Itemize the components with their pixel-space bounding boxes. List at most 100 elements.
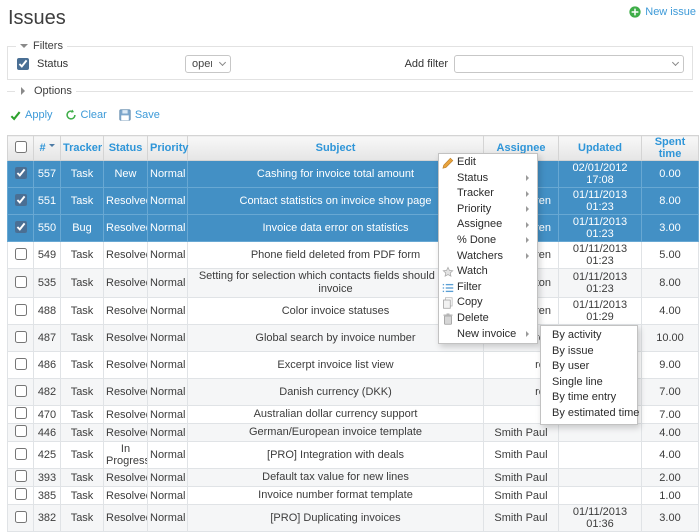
menu-item-filter[interactable]: Filter bbox=[439, 280, 537, 296]
menu-item-watchers[interactable]: Watchers bbox=[439, 249, 537, 265]
submenu-item-by-estimated-time[interactable]: By estimated time bbox=[541, 406, 637, 422]
priority-cell: Normal bbox=[148, 379, 188, 406]
row-select-checkbox[interactable] bbox=[15, 511, 27, 523]
menu-item-assignee[interactable]: Assignee bbox=[439, 217, 537, 233]
issue-id-cell[interactable]: 551 bbox=[34, 188, 61, 215]
issue-row-535[interactable]: 535TaskResolvedNormalSetting for selecti… bbox=[8, 269, 699, 298]
row-select-checkbox[interactable] bbox=[15, 488, 27, 500]
row-select-checkbox[interactable] bbox=[15, 248, 27, 260]
row-select-checkbox[interactable] bbox=[15, 331, 27, 343]
issue-id-cell[interactable]: 385 bbox=[34, 487, 61, 505]
tracker-cell: Task bbox=[61, 505, 104, 532]
select-all-checkbox[interactable] bbox=[15, 141, 27, 153]
issue-id-cell[interactable]: 486 bbox=[34, 352, 61, 379]
issue-id-cell[interactable]: 382 bbox=[34, 505, 61, 532]
add-filter-select[interactable] bbox=[454, 55, 684, 73]
page-title: Issues bbox=[0, 0, 700, 30]
column-header-[interactable]: # bbox=[34, 136, 61, 161]
spent-time-cell: 3.00 bbox=[642, 505, 699, 532]
issue-id-cell[interactable]: 535 bbox=[34, 269, 61, 298]
submenu-item-by-issue[interactable]: By issue bbox=[541, 344, 637, 360]
menu-item-delete[interactable]: Delete bbox=[439, 311, 537, 327]
column-header-status[interactable]: Status bbox=[104, 136, 148, 161]
new-issue-button[interactable]: New issue bbox=[629, 6, 696, 18]
menu-item-copy[interactable]: Copy bbox=[439, 295, 537, 311]
column-header-updated[interactable]: Updated bbox=[559, 136, 642, 161]
issue-row-385[interactable]: 385TaskResolvedNormalInvoice number form… bbox=[8, 487, 699, 505]
issue-id-cell[interactable]: 488 bbox=[34, 298, 61, 325]
submenu-item-by-user[interactable]: By user bbox=[541, 359, 637, 375]
column-header-spent-time[interactable]: Spent time bbox=[642, 136, 699, 161]
clear-button[interactable]: Clear bbox=[65, 109, 107, 121]
submenu-arrow-icon bbox=[526, 331, 532, 337]
issue-row-557[interactable]: 557TaskNewNormalCashing for invoice tota… bbox=[8, 161, 699, 188]
issue-row-446[interactable]: 446TaskResolvedNormalGerman/European inv… bbox=[8, 424, 699, 442]
issue-id-cell[interactable]: 550 bbox=[34, 215, 61, 242]
menu-item-label: Delete bbox=[457, 312, 489, 324]
menu-item-label: Priority bbox=[457, 203, 491, 215]
status-cell: Resolved bbox=[104, 424, 148, 442]
menu-item-watch[interactable]: Watch bbox=[439, 264, 537, 280]
submenu-item-by-time-entry[interactable]: By time entry bbox=[541, 390, 637, 406]
row-select-checkbox[interactable] bbox=[15, 221, 27, 233]
filters-legend[interactable]: Filters bbox=[16, 40, 67, 52]
status-operator-select[interactable]: open bbox=[185, 55, 231, 73]
row-select-checkbox[interactable] bbox=[15, 276, 27, 288]
subject-cell[interactable]: Australian dollar currency support bbox=[188, 406, 484, 424]
issue-id-cell[interactable]: 470 bbox=[34, 406, 61, 424]
menu-item-done[interactable]: % Done bbox=[439, 233, 537, 249]
issue-row-551[interactable]: 551TaskResolvedNormalContact statistics … bbox=[8, 188, 699, 215]
row-select-checkbox[interactable] bbox=[15, 470, 27, 482]
submenu-item-by-activity[interactable]: By activity bbox=[541, 328, 637, 344]
menu-item-label: Filter bbox=[457, 281, 481, 293]
menu-item-status[interactable]: Status bbox=[439, 171, 537, 187]
priority-cell: Normal bbox=[148, 487, 188, 505]
priority-cell: Normal bbox=[148, 298, 188, 325]
issue-id-cell[interactable]: 446 bbox=[34, 424, 61, 442]
issue-row-549[interactable]: 549TaskResolvedNormalPhone field deleted… bbox=[8, 242, 699, 269]
menu-item-edit[interactable]: Edit bbox=[439, 155, 537, 171]
column-header-priority[interactable]: Priority bbox=[148, 136, 188, 161]
issue-row-425[interactable]: 425TaskIn ProgressNormal[PRO] Integratio… bbox=[8, 442, 699, 469]
column-label: Status bbox=[109, 142, 143, 154]
row-select-checkbox[interactable] bbox=[15, 358, 27, 370]
subject-cell[interactable]: [PRO] Duplicating invoices bbox=[188, 505, 484, 532]
status-filter-checkbox[interactable] bbox=[17, 58, 29, 70]
issue-row-382[interactable]: 382TaskResolvedNormal[PRO] Duplicating i… bbox=[8, 505, 699, 532]
subject-cell[interactable]: Danish currency (DKK) bbox=[188, 379, 484, 406]
subject-cell[interactable]: [PRO] Integration with deals bbox=[188, 442, 484, 469]
status-filter-row: Status open Add filter bbox=[16, 55, 684, 73]
issue-row-488[interactable]: 488TaskResolvedNormalColor invoice statu… bbox=[8, 298, 699, 325]
issue-row-550[interactable]: 550BugResolvedNormalInvoice data error o… bbox=[8, 215, 699, 242]
issue-id-cell[interactable]: 557 bbox=[34, 161, 61, 188]
row-select-checkbox[interactable] bbox=[15, 385, 27, 397]
submenu-item-single-line[interactable]: Single line bbox=[541, 375, 637, 391]
save-button[interactable]: Save bbox=[119, 109, 160, 121]
status-filter-label[interactable]: Status bbox=[37, 58, 185, 70]
filters-fieldset: Filters Status open Add filter bbox=[7, 40, 693, 80]
spent-time-cell: 1.00 bbox=[642, 487, 699, 505]
row-select-checkbox[interactable] bbox=[15, 407, 27, 419]
updated-cell: 01/11/2013 01:36 bbox=[559, 505, 642, 532]
menu-item-new-invoice[interactable]: New invoice bbox=[439, 327, 537, 343]
issue-id-cell[interactable]: 549 bbox=[34, 242, 61, 269]
options-legend[interactable]: Options bbox=[15, 85, 76, 97]
menu-item-tracker[interactable]: Tracker bbox=[439, 186, 537, 202]
issue-id-cell[interactable]: 393 bbox=[34, 469, 61, 487]
column-header-tracker[interactable]: Tracker bbox=[61, 136, 104, 161]
issue-id-cell[interactable]: 487 bbox=[34, 325, 61, 352]
issue-row-393[interactable]: 393TaskResolvedNormalDefault tax value f… bbox=[8, 469, 699, 487]
menu-item-priority[interactable]: Priority bbox=[439, 202, 537, 218]
subject-cell[interactable]: German/European invoice template bbox=[188, 424, 484, 442]
row-select-checkbox[interactable] bbox=[15, 304, 27, 316]
subject-cell[interactable]: Default tax value for new lines bbox=[188, 469, 484, 487]
row-select-checkbox[interactable] bbox=[15, 194, 27, 206]
apply-button[interactable]: Apply bbox=[10, 109, 53, 121]
issue-id-cell[interactable]: 482 bbox=[34, 379, 61, 406]
subject-cell[interactable]: Invoice number format template bbox=[188, 487, 484, 505]
subject-cell[interactable]: Excerpt invoice list view bbox=[188, 352, 484, 379]
row-select-checkbox[interactable] bbox=[15, 448, 27, 460]
row-select-checkbox[interactable] bbox=[15, 167, 27, 179]
issue-id-cell[interactable]: 425 bbox=[34, 442, 61, 469]
row-select-checkbox[interactable] bbox=[15, 425, 27, 437]
